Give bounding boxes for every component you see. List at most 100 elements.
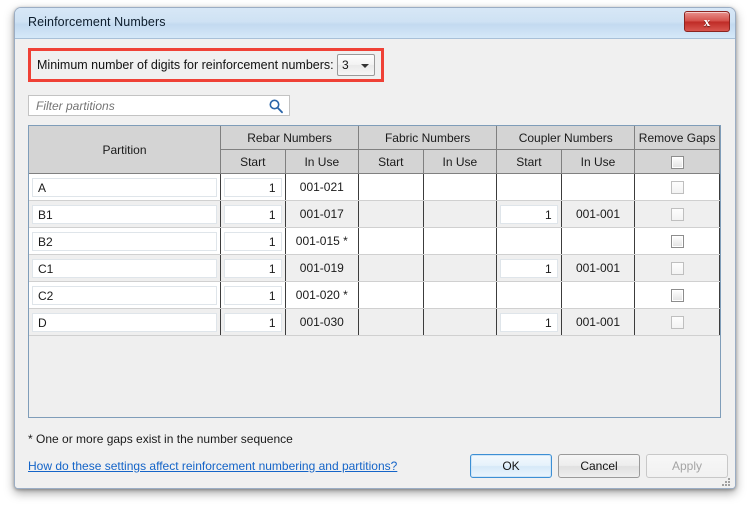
cell-partition[interactable]: C1 (29, 254, 221, 282)
cell-fabric-in-use (423, 254, 498, 282)
cell-rebar-in-use: 001-017 (285, 200, 360, 228)
cell-remove-gaps (634, 173, 720, 201)
column-header-coupler-numbers[interactable]: Coupler Numbers (496, 126, 636, 150)
help-link[interactable]: How do these settings affect reinforceme… (28, 459, 397, 473)
cell-partition[interactable]: B1 (29, 200, 221, 228)
cell-rebar-in-use: 001-030 (285, 308, 360, 336)
cell-fabric-start[interactable] (358, 254, 424, 282)
cell-coupler-in-use-value: 001-001 (575, 207, 620, 221)
cell-remove-gaps (634, 227, 720, 255)
cell-partition[interactable]: B2 (29, 227, 221, 255)
cell-rebar-in-use: 001-019 (285, 254, 360, 282)
table-header: Partition Rebar Numbers Fabric Numbers C… (29, 126, 720, 174)
partitions-grid[interactable]: Partition Rebar Numbers Fabric Numbers C… (28, 125, 721, 418)
column-header-rebar-start[interactable]: Start (220, 149, 286, 174)
cell-rebar-start[interactable]: 1 (220, 200, 286, 228)
cell-remove-gaps (634, 200, 720, 228)
cell-coupler-start-field[interactable]: 1 (500, 204, 558, 224)
table-row[interactable]: C1 1 001-019 1 001-001 (29, 254, 720, 282)
column-header-remove-gaps[interactable]: Remove Gaps (634, 126, 720, 150)
cell-rebar-start-field[interactable]: 1 (224, 312, 282, 332)
cell-rebar-start[interactable]: 1 (220, 308, 286, 336)
column-header-rebar-in-use[interactable]: In Use (285, 149, 360, 174)
apply-button: Apply (646, 454, 728, 478)
column-header-fabric-start[interactable]: Start (358, 149, 424, 174)
title-bar[interactable]: Reinforcement Numbers x (15, 8, 735, 39)
cell-coupler-in-use-value: 001-001 (575, 315, 620, 329)
close-button[interactable]: x (684, 11, 730, 32)
resize-grip-icon[interactable] (720, 476, 732, 488)
cell-rebar-start[interactable]: 1 (220, 173, 286, 201)
column-header-partition[interactable]: Partition (29, 126, 221, 174)
cell-coupler-in-use (561, 281, 636, 309)
cell-partition[interactable]: D (29, 308, 221, 336)
partition-name-field[interactable]: A (32, 177, 217, 197)
column-header-coupler-in-use[interactable]: In Use (561, 149, 636, 174)
cell-coupler-start[interactable]: 1 (496, 254, 562, 282)
cell-rebar-in-use-value: 001-030 (299, 315, 344, 329)
cell-rebar-start-field[interactable]: 1 (224, 258, 282, 278)
table-row[interactable]: D 1 001-030 1 001-001 (29, 308, 720, 336)
cell-coupler-start[interactable] (496, 173, 562, 201)
table-row[interactable]: A 1 001-021 (29, 173, 720, 201)
partitions-table: Partition Rebar Numbers Fabric Numbers C… (29, 126, 720, 336)
cell-rebar-start[interactable]: 1 (220, 254, 286, 282)
search-icon[interactable] (268, 98, 284, 114)
partition-name-field[interactable]: C2 (32, 285, 217, 305)
filter-partitions-box[interactable] (28, 95, 290, 116)
cancel-button[interactable]: Cancel (558, 454, 640, 478)
cell-fabric-start[interactable] (358, 281, 424, 309)
cell-rebar-start-field[interactable]: 1 (224, 285, 282, 305)
column-header-fabric-numbers[interactable]: Fabric Numbers (358, 126, 498, 150)
cell-rebar-start-field[interactable]: 1 (224, 204, 282, 224)
partition-name-field[interactable]: C1 (32, 258, 217, 278)
remove-gaps-checkbox[interactable] (670, 289, 684, 303)
cell-rebar-start[interactable]: 1 (220, 227, 286, 255)
cell-coupler-start-field[interactable]: 1 (500, 258, 558, 278)
cell-fabric-in-use (423, 281, 498, 309)
cell-coupler-start-field[interactable]: 1 (500, 312, 558, 332)
cell-partition[interactable]: A (29, 173, 221, 201)
column-header-fabric-in-use[interactable]: In Use (423, 149, 498, 174)
cell-partition[interactable]: C2 (29, 281, 221, 309)
cell-rebar-in-use: 001-015 * (285, 227, 360, 255)
cell-rebar-in-use-value: 001-019 (299, 261, 344, 275)
cell-coupler-start[interactable]: 1 (496, 200, 562, 228)
cell-fabric-start[interactable] (358, 200, 424, 228)
column-header-coupler-start[interactable]: Start (496, 149, 562, 174)
desktop-backdrop: Reinforcement Numbers x Minimum number o… (0, 0, 751, 514)
partition-name-field[interactable]: D (32, 312, 217, 332)
cell-fabric-in-use (423, 200, 498, 228)
cell-fabric-start[interactable] (358, 308, 424, 336)
cell-rebar-in-use-value: 001-017 (299, 207, 344, 221)
search-input[interactable] (36, 98, 251, 114)
cell-rebar-start-field[interactable]: 1 (224, 177, 282, 197)
cell-coupler-start[interactable] (496, 227, 562, 255)
cell-rebar-start-field[interactable]: 1 (224, 231, 282, 251)
partition-name-field[interactable]: B2 (32, 231, 217, 251)
partition-name-field[interactable]: B1 (32, 204, 217, 224)
table-header-row-groups: Partition Rebar Numbers Fabric Numbers C… (29, 126, 720, 174)
cell-fabric-start[interactable] (358, 173, 424, 201)
cell-coupler-start[interactable] (496, 281, 562, 309)
window-title: Reinforcement Numbers (28, 15, 166, 29)
cell-fabric-in-use (423, 173, 498, 201)
cell-coupler-in-use: 001-001 (561, 200, 636, 228)
remove-gaps-header-checkbox[interactable] (670, 155, 684, 169)
remove-gaps-checkbox[interactable] (670, 235, 684, 249)
cell-fabric-start[interactable] (358, 227, 424, 255)
cell-remove-gaps (634, 308, 720, 336)
ok-button[interactable]: OK (470, 454, 552, 478)
cell-rebar-start[interactable]: 1 (220, 281, 286, 309)
table-row[interactable]: B1 1 001-017 1 001-001 (29, 200, 720, 228)
remove-gaps-checkbox (670, 316, 684, 330)
cell-coupler-in-use: 001-001 (561, 308, 636, 336)
remove-gaps-checkbox (670, 181, 684, 195)
reinforcement-numbers-dialog: Reinforcement Numbers x Minimum number o… (14, 7, 736, 489)
cell-coupler-start[interactable]: 1 (496, 308, 562, 336)
table-row[interactable]: C2 1 001-020 * (29, 281, 720, 309)
table-row[interactable]: B2 1 001-015 * (29, 227, 720, 255)
column-header-rebar-numbers[interactable]: Rebar Numbers (220, 126, 360, 150)
chevron-down-icon (361, 64, 369, 68)
min-digits-dropdown[interactable]: 3 (337, 54, 375, 76)
